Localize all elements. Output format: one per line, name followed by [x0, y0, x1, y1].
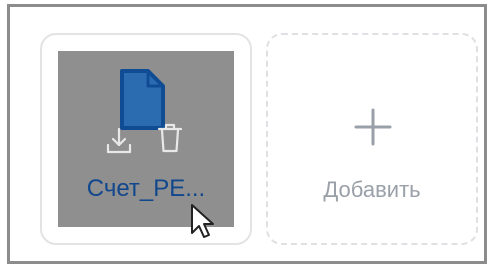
plus-icon — [354, 108, 392, 146]
add-button-label: Добавить — [323, 177, 421, 202]
trash-icon[interactable] — [157, 122, 183, 154]
download-icon[interactable] — [106, 127, 132, 155]
cursor-arrow-icon — [191, 204, 214, 238]
